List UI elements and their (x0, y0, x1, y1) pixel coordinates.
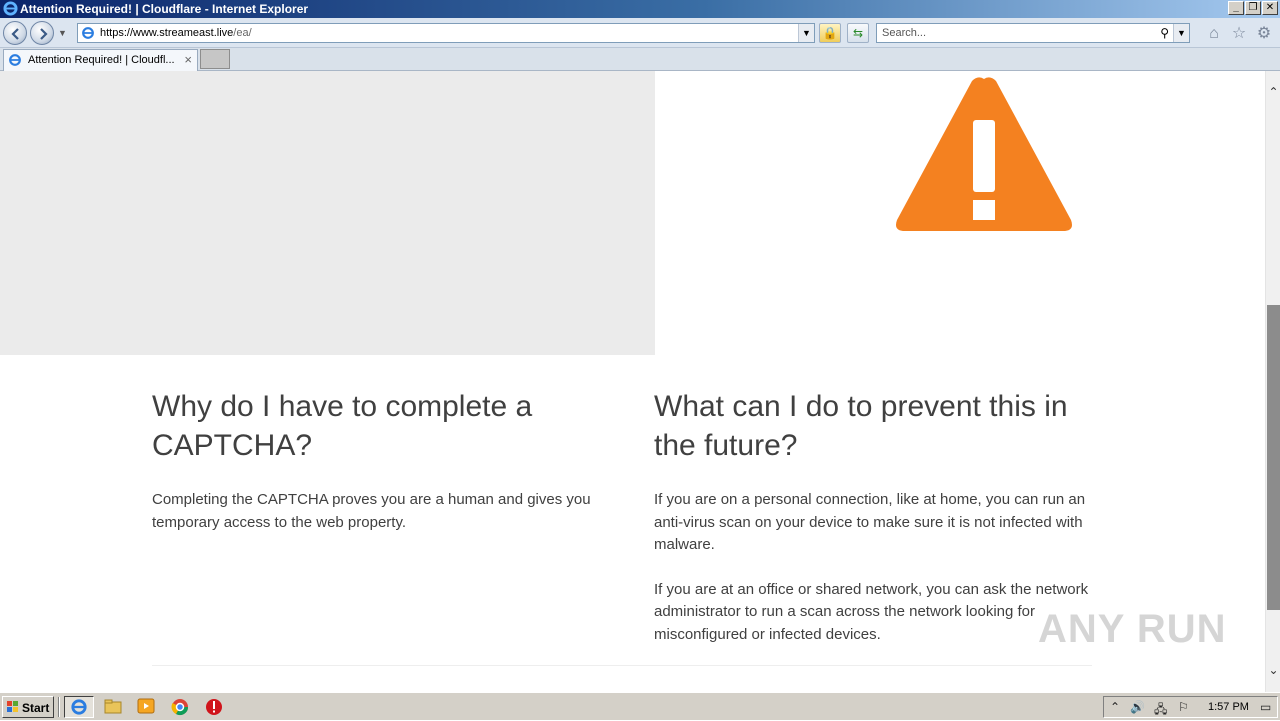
page-content: Why do I have to complete a CAPTCHA? Com… (0, 71, 1265, 692)
search-dropdown-icon[interactable]: ▼ (1173, 24, 1189, 42)
page-favicon-icon (82, 27, 94, 39)
tab-favicon-icon (9, 54, 21, 66)
show-desktop-icon[interactable]: ▭ (1260, 700, 1271, 714)
address-dropdown-icon[interactable]: ▼ (798, 24, 814, 42)
back-button[interactable] (3, 21, 27, 45)
folder-icon[interactable] (104, 698, 124, 716)
address-url[interactable]: https://www.streameast.live/ea/ (100, 27, 252, 39)
section-paragraph: Completing the CAPTCHA proves you are a … (152, 491, 591, 531)
forward-button[interactable] (30, 21, 54, 45)
refresh-button[interactable]: ⇆ (847, 23, 869, 43)
start-label: Start (22, 701, 50, 715)
stop-icon[interactable] (205, 698, 225, 716)
start-button[interactable]: Start (2, 696, 54, 718)
media-player-icon[interactable] (137, 698, 157, 716)
internet-explorer-icon (3, 1, 18, 16)
favorites-star-icon[interactable]: ☆ (1230, 25, 1248, 43)
scrollbar-thumb[interactable] (1267, 305, 1280, 610)
search-box[interactable]: Search... ⚲ ▼ (876, 23, 1190, 43)
section-heading-prevent: What can I do to prevent this in the fut… (654, 390, 1068, 462)
captcha-explanation-section: Why do I have to complete a CAPTCHA? Com… (152, 387, 592, 534)
forward-icon (40, 28, 48, 40)
back-icon (11, 28, 19, 40)
warning-triangle-icon (896, 77, 1072, 232)
lock-icon: 🔒 (822, 26, 838, 40)
windows-logo-icon (7, 701, 18, 712)
taskbar-separator (58, 697, 60, 717)
section-paragraph: If you are at an office or shared networ… (654, 580, 1089, 643)
search-icon[interactable]: ⚲ (1160, 26, 1169, 40)
taskbar-ie-button[interactable] (64, 696, 94, 718)
anyrun-watermark: ANY RUN (1038, 607, 1227, 651)
new-tab-button[interactable] (200, 49, 230, 69)
clock[interactable]: 1:57 PM (1208, 701, 1249, 713)
home-icon[interactable]: ⌂ (1205, 25, 1223, 43)
tab-attention-required[interactable]: Attention Required! | Cloudfl... × (3, 49, 198, 71)
close-window-button[interactable]: ✕ (1262, 1, 1278, 15)
network-icon[interactable]: 🖧 (1154, 700, 1167, 721)
captcha-placeholder-area (0, 71, 655, 355)
gear-icon[interactable]: ⚙ (1255, 25, 1273, 43)
show-hidden-icons-icon[interactable]: ⌃ (1110, 700, 1120, 714)
divider (152, 665, 1092, 666)
window-title-bar: Attention Required! | Cloudflare - Inter… (0, 0, 1280, 18)
security-lock-button[interactable]: 🔒 (819, 23, 841, 43)
system-tray: ⌃ 🔊 🖧 ⚐ 1:57 PM ▭ (1103, 696, 1278, 718)
section-heading-why: Why do I have to complete a CAPTCHA? (152, 390, 533, 462)
section-paragraph: If you are on a personal connection, lik… (654, 491, 1086, 553)
scroll-up-icon[interactable]: ⌃ (1266, 85, 1280, 101)
minimize-button[interactable]: _ (1228, 1, 1244, 15)
prevention-section: What can I do to prevent this in the fut… (654, 387, 1094, 646)
volume-icon[interactable]: 🔊 (1130, 700, 1145, 714)
tab-close-icon[interactable]: × (184, 52, 192, 67)
refresh-icon: ⇆ (852, 26, 864, 40)
restore-button[interactable]: ❐ (1245, 1, 1261, 15)
taskbar: Start ⌃ 🔊 🖧 ⚐ 1:57 PM ▭ (0, 692, 1280, 720)
vertical-scrollbar[interactable]: ⌃ ⌄ (1265, 71, 1280, 692)
window-title: Attention Required! | Cloudflare - Inter… (20, 2, 309, 16)
navigation-toolbar: ▼ https://www.streameast.live/ea/ ▼ 🔒 ⇆ … (0, 18, 1280, 48)
action-center-flag-icon[interactable]: ⚐ (1178, 700, 1189, 714)
chrome-icon[interactable] (171, 698, 191, 716)
internet-explorer-icon (71, 699, 87, 715)
tab-strip: Attention Required! | Cloudfl... × (0, 48, 1280, 71)
address-bar[interactable]: https://www.streameast.live/ea/ ▼ (77, 23, 815, 43)
tab-label: Attention Required! | Cloudfl... (28, 54, 175, 66)
search-input[interactable]: Search... (882, 27, 926, 39)
scroll-down-icon[interactable]: ⌄ (1266, 663, 1280, 679)
recent-pages-dropdown-icon[interactable]: ▼ (58, 28, 67, 38)
